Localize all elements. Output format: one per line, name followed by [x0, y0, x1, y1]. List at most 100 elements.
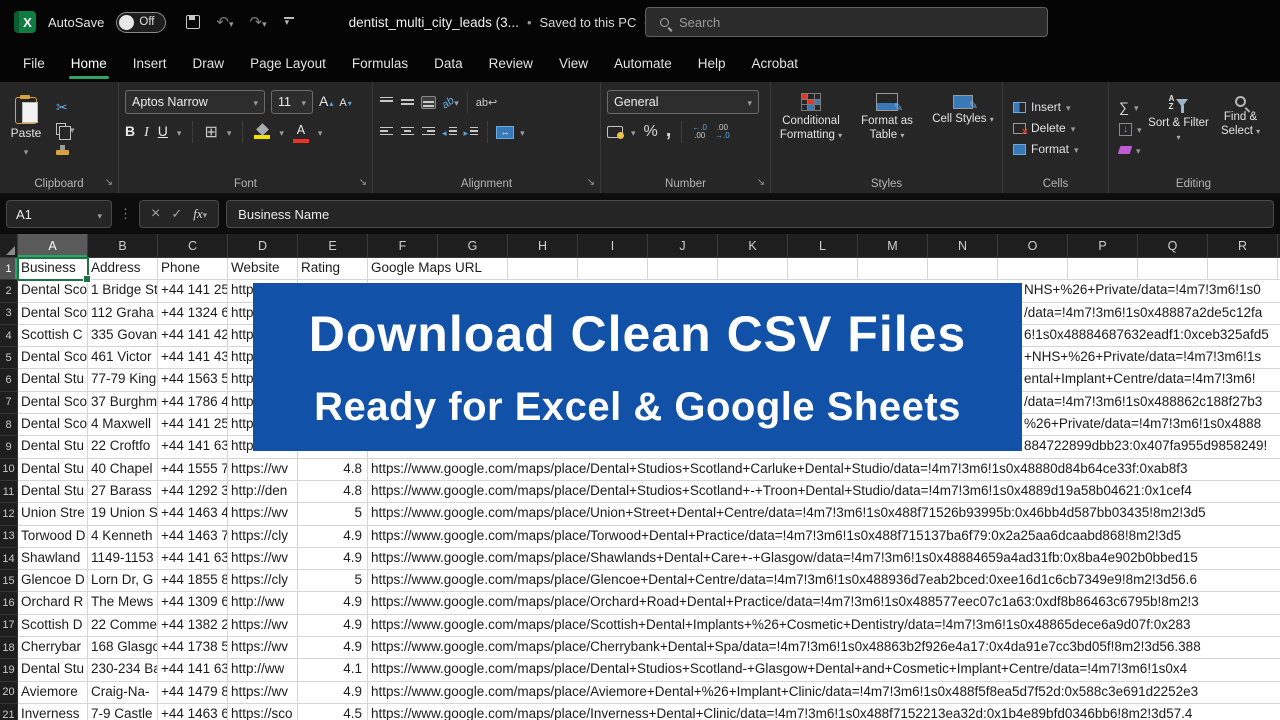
cell-C13[interactable]: +44 1463 7: [158, 526, 228, 547]
cell-E20[interactable]: 4.9: [298, 682, 368, 703]
cell-B16[interactable]: The Mews: [88, 592, 158, 613]
cell-J1[interactable]: [648, 258, 718, 279]
format-painter-button[interactable]: [56, 143, 75, 157]
cell-A11[interactable]: Dental Stu: [18, 481, 88, 502]
cell-C10[interactable]: +44 1555 7: [158, 459, 228, 480]
cell-F16[interactable]: https://www.google.com/maps/place/Orchar…: [368, 592, 438, 613]
cell-D21[interactable]: https://sco: [228, 704, 298, 720]
cell-C6[interactable]: +44 1563 5: [158, 369, 228, 390]
name-box[interactable]: A1: [6, 200, 112, 228]
cell-D12[interactable]: https://wv: [228, 503, 298, 524]
find-select-button[interactable]: Find & Select: [1210, 87, 1272, 169]
cell-F15[interactable]: https://www.google.com/maps/place/Glenco…: [368, 570, 438, 591]
cell-F13[interactable]: https://www.google.com/maps/place/Torwoo…: [368, 526, 438, 547]
undo-button[interactable]: [216, 13, 233, 31]
dialog-launcher-icon[interactable]: [359, 177, 367, 188]
cell-A4[interactable]: Scottish C: [18, 325, 88, 346]
cell-B15[interactable]: Lorn Dr, G: [88, 570, 158, 591]
document-title[interactable]: dentist_multi_city_leads (3... • Saved t…: [349, 15, 649, 30]
cell-A17[interactable]: Scottish D: [18, 615, 88, 636]
cell-F18[interactable]: https://www.google.com/maps/place/Cherry…: [368, 637, 438, 658]
autosum-button[interactable]: [1119, 99, 1142, 115]
cell-L1[interactable]: [788, 258, 858, 279]
cell-B3[interactable]: 112 Graha: [88, 303, 158, 324]
cell-C15[interactable]: +44 1855 8: [158, 570, 228, 591]
cell-Q1[interactable]: [1138, 258, 1208, 279]
cell-B8[interactable]: 4 Maxwell: [88, 414, 158, 435]
column-header-E[interactable]: E: [298, 234, 368, 257]
cell-E21[interactable]: 4.5: [298, 704, 368, 720]
cell-B17[interactable]: 22 Comme: [88, 615, 158, 636]
font-color-button[interactable]: [293, 121, 309, 143]
column-header-F[interactable]: F: [368, 234, 438, 257]
cell-styles-button[interactable]: Cell Styles: [925, 87, 1001, 169]
cell-C14[interactable]: +44 141 63: [158, 548, 228, 569]
copy-button[interactable]: [56, 122, 75, 136]
cell-F12[interactable]: https://www.google.com/maps/place/Union+…: [368, 503, 438, 524]
row-header-17[interactable]: 17: [0, 615, 18, 637]
row-header-10[interactable]: 10: [0, 459, 18, 481]
cell-A9[interactable]: Dental Stu: [18, 436, 88, 457]
decrease-decimal-button[interactable]: .00→.0: [715, 124, 730, 140]
cell-I1[interactable]: [578, 258, 648, 279]
cell-N1[interactable]: [928, 258, 998, 279]
align-middle-button[interactable]: [400, 96, 415, 109]
cell-F11[interactable]: https://www.google.com/maps/place/Dental…: [368, 481, 438, 502]
cell-C1[interactable]: Phone: [158, 258, 228, 279]
cell-A6[interactable]: Dental Stu: [18, 369, 88, 390]
align-top-button[interactable]: [379, 96, 394, 109]
cell-E18[interactable]: 4.9: [298, 637, 368, 658]
column-header-Q[interactable]: Q: [1138, 234, 1208, 257]
cell-D20[interactable]: https://wv: [228, 682, 298, 703]
cell-F19[interactable]: https://www.google.com/maps/place/Dental…: [368, 659, 438, 680]
cell-M1[interactable]: [858, 258, 928, 279]
font-size-combo[interactable]: 11: [271, 90, 313, 114]
cell-B13[interactable]: 4 Kenneth: [88, 526, 158, 547]
tab-file[interactable]: File: [10, 44, 58, 82]
row-header-4[interactable]: 4: [0, 325, 18, 347]
row-header-12[interactable]: 12: [0, 503, 18, 525]
customize-toolbar-icon[interactable]: [283, 16, 295, 28]
row-header-19[interactable]: 19: [0, 659, 18, 681]
cell-R1[interactable]: [1208, 258, 1278, 279]
paste-button[interactable]: Paste: [2, 87, 50, 169]
search-box[interactable]: Search: [645, 7, 1048, 37]
row-header-6[interactable]: 6: [0, 369, 18, 391]
tab-draw[interactable]: Draw: [180, 44, 238, 82]
cell-D1[interactable]: Website: [228, 258, 298, 279]
row-header-18[interactable]: 18: [0, 637, 18, 659]
cell-A15[interactable]: Glencoe D: [18, 570, 88, 591]
orientation-button[interactable]: [442, 93, 459, 111]
cell-C19[interactable]: +44 141 63: [158, 659, 228, 680]
cell-C11[interactable]: +44 1292 3: [158, 481, 228, 502]
clear-button[interactable]: [1119, 143, 1142, 157]
column-header-O[interactable]: O: [998, 234, 1068, 257]
cell-E10[interactable]: 4.8: [298, 459, 368, 480]
cell-F17[interactable]: https://www.google.com/maps/place/Scotti…: [368, 615, 438, 636]
formula-input[interactable]: Business Name: [226, 200, 1274, 228]
cell-F14[interactable]: https://www.google.com/maps/place/Shawla…: [368, 548, 438, 569]
cell-E14[interactable]: 4.9: [298, 548, 368, 569]
tab-formulas[interactable]: Formulas: [339, 44, 421, 82]
cell-B4[interactable]: 335 Govan: [88, 325, 158, 346]
bold-button[interactable]: [125, 123, 135, 141]
cell-D19[interactable]: http://ww: [228, 659, 298, 680]
cell-C9[interactable]: +44 141 63: [158, 436, 228, 457]
row-header-7[interactable]: 7: [0, 392, 18, 414]
cell-F20[interactable]: https://www.google.com/maps/place/Aviemo…: [368, 682, 438, 703]
tab-page-layout[interactable]: Page Layout: [237, 44, 339, 82]
increase-indent-button[interactable]: [464, 123, 480, 141]
align-left-button[interactable]: [379, 126, 394, 139]
column-header-C[interactable]: C: [158, 234, 228, 257]
cell-A20[interactable]: Aviemore: [18, 682, 88, 703]
column-header-R[interactable]: R: [1208, 234, 1278, 257]
enter-icon[interactable]: [171, 205, 182, 223]
cell-E13[interactable]: 4.9: [298, 526, 368, 547]
excel-app-icon[interactable]: X: [14, 11, 36, 33]
cell-A2[interactable]: Dental Sco: [18, 280, 88, 301]
cell-A5[interactable]: Dental Sco: [18, 347, 88, 368]
number-format-combo[interactable]: General: [607, 90, 759, 114]
cell-D15[interactable]: https://cly: [228, 570, 298, 591]
cell-C12[interactable]: +44 1463 4: [158, 503, 228, 524]
cell-E12[interactable]: 5: [298, 503, 368, 524]
